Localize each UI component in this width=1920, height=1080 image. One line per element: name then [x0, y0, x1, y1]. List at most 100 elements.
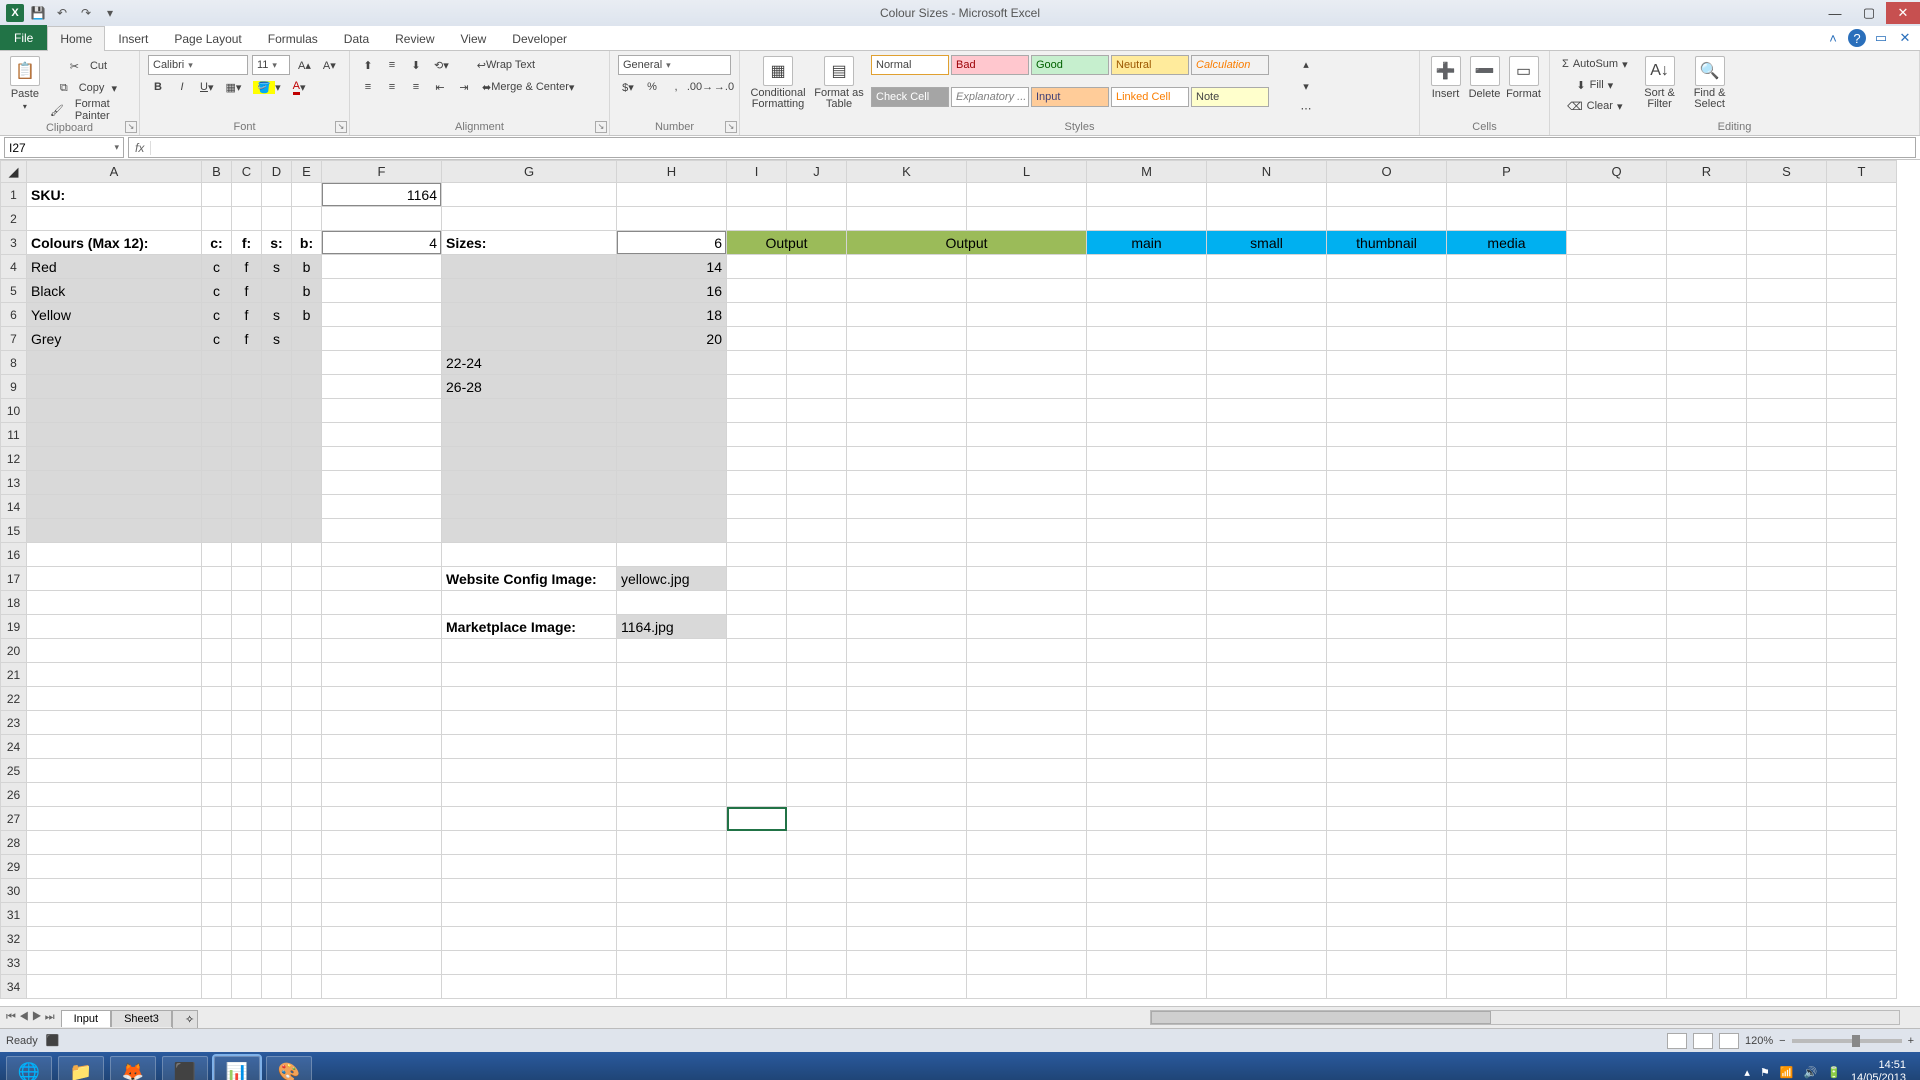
name-box[interactable]: I27▾: [4, 137, 124, 158]
tab-page-layout[interactable]: Page Layout: [161, 26, 254, 51]
style-bad[interactable]: Bad: [951, 55, 1029, 75]
qat-redo[interactable]: ↷: [76, 3, 96, 23]
conditional-formatting-button[interactable]: ▦Conditional Formatting: [748, 54, 808, 118]
align-left-icon[interactable]: ≡: [358, 77, 378, 97]
style-linked-cell[interactable]: Linked Cell: [1111, 87, 1189, 107]
fill-color-button[interactable]: 🪣▾: [249, 77, 284, 97]
number-format-combo[interactable]: General▾: [618, 55, 731, 75]
tab-formulas[interactable]: Formulas: [255, 26, 331, 51]
style-gallery-up-icon[interactable]: ▴: [1296, 54, 1316, 74]
cell-G17[interactable]: Website Config Image:: [442, 567, 617, 591]
sheet-tab-input[interactable]: Input: [61, 1010, 111, 1027]
zoom-slider[interactable]: [1792, 1039, 1902, 1043]
paste-button[interactable]: 📋 Paste▾: [8, 54, 42, 120]
font-size-combo[interactable]: 11▾: [252, 55, 290, 75]
accounting-format-icon[interactable]: $▾: [618, 77, 638, 97]
merge-center-button[interactable]: ⬌ Merge & Center ▾: [478, 77, 578, 97]
qat-customize[interactable]: ▾: [100, 3, 120, 23]
tab-home[interactable]: Home: [47, 26, 105, 51]
decrease-decimal-icon[interactable]: →.0: [714, 77, 734, 97]
percent-format-icon[interactable]: %: [642, 77, 662, 97]
format-as-table-button[interactable]: ▤Format as Table: [814, 54, 864, 118]
tab-view[interactable]: View: [448, 26, 500, 51]
horizontal-scrollbar[interactable]: [1150, 1010, 1900, 1025]
autosum-button[interactable]: Σ AutoSum ▾: [1558, 54, 1632, 74]
tab-review[interactable]: Review: [382, 26, 447, 51]
increase-indent-icon[interactable]: ⇥: [454, 77, 474, 97]
dialog-launcher-icon[interactable]: ↘: [595, 121, 607, 133]
cell-output-1[interactable]: Output: [727, 231, 847, 255]
align-bottom-icon[interactable]: ⬇: [406, 55, 426, 75]
copy-button[interactable]: ⧉ Copy ▾: [46, 78, 131, 98]
cell-H3[interactable]: 6: [617, 231, 727, 255]
close-button[interactable]: ✕: [1886, 2, 1920, 24]
style-good[interactable]: Good: [1031, 55, 1109, 75]
wrap-text-button[interactable]: ↩ Wrap Text: [473, 55, 539, 75]
cell-output-2[interactable]: Output: [847, 231, 1087, 255]
style-neutral[interactable]: Neutral: [1111, 55, 1189, 75]
style-normal[interactable]: Normal: [871, 55, 949, 75]
minimize-button[interactable]: —: [1818, 2, 1852, 24]
macro-record-icon[interactable]: ⬛: [46, 1034, 60, 1047]
sort-filter-button[interactable]: A↓Sort & Filter: [1638, 54, 1682, 116]
tab-developer[interactable]: Developer: [499, 26, 580, 51]
delete-cells-button[interactable]: ➖Delete: [1467, 54, 1502, 100]
tray-network-icon[interactable]: 📶: [1780, 1066, 1794, 1079]
cell-thumbnail[interactable]: thumbnail: [1327, 231, 1447, 255]
style-explanatory[interactable]: Explanatory ...: [951, 87, 1029, 107]
bold-button[interactable]: B: [148, 77, 168, 97]
dialog-launcher-icon[interactable]: ↘: [335, 121, 347, 133]
cell-media[interactable]: media: [1447, 231, 1567, 255]
maximize-button[interactable]: ▢: [1852, 2, 1886, 24]
orientation-icon[interactable]: ⟲▾: [430, 55, 453, 75]
tab-file[interactable]: File: [0, 25, 47, 50]
font-color-button[interactable]: A▾: [289, 77, 310, 97]
taskbar-ie-icon[interactable]: 🌐: [6, 1056, 52, 1080]
restore-window-icon[interactable]: ▭: [1872, 29, 1890, 47]
tray-volume-icon[interactable]: 🔊: [1804, 1066, 1818, 1079]
taskbar-app-icon[interactable]: ⬛: [162, 1056, 208, 1080]
taskbar-explorer-icon[interactable]: 📁: [58, 1056, 104, 1080]
cell-small[interactable]: small: [1207, 231, 1327, 255]
cell-F1[interactable]: 1164: [322, 183, 442, 207]
find-select-button[interactable]: 🔍Find & Select: [1688, 54, 1732, 116]
new-sheet-button[interactable]: ✧: [172, 1010, 198, 1028]
taskbar-excel-icon[interactable]: 📊: [214, 1056, 260, 1080]
tab-data[interactable]: Data: [331, 26, 382, 51]
normal-view-button[interactable]: [1667, 1033, 1687, 1049]
help-icon[interactable]: ?: [1848, 29, 1866, 47]
zoom-in-button[interactable]: +: [1908, 1035, 1914, 1047]
tray-up-icon[interactable]: ▴: [1744, 1066, 1750, 1079]
align-center-icon[interactable]: ≡: [382, 77, 402, 97]
sheet-tab-sheet3[interactable]: Sheet3: [111, 1010, 172, 1027]
align-top-icon[interactable]: ⬆: [358, 55, 378, 75]
underline-button[interactable]: U▾: [196, 77, 217, 97]
insert-cells-button[interactable]: ➕Insert: [1428, 54, 1463, 100]
cell-H17[interactable]: yellowc.jpg: [617, 567, 727, 591]
dialog-launcher-icon[interactable]: ↘: [725, 121, 737, 133]
cell-A3[interactable]: Colours (Max 12):: [27, 231, 202, 255]
zoom-out-button[interactable]: −: [1779, 1035, 1785, 1047]
align-right-icon[interactable]: ≡: [406, 77, 426, 97]
page-break-view-button[interactable]: [1719, 1033, 1739, 1049]
style-gallery-down-icon[interactable]: ▾: [1296, 76, 1316, 96]
border-button[interactable]: ▦▾: [221, 77, 245, 97]
page-layout-view-button[interactable]: [1693, 1033, 1713, 1049]
style-gallery-more-icon[interactable]: ⋯: [1296, 98, 1316, 118]
tray-power-icon[interactable]: 🔋: [1827, 1066, 1841, 1079]
tab-insert[interactable]: Insert: [105, 26, 161, 51]
decrease-font-icon[interactable]: A▾: [319, 55, 340, 75]
qat-save[interactable]: 💾: [28, 3, 48, 23]
cell-main[interactable]: main: [1087, 231, 1207, 255]
tray-flag-icon[interactable]: ⚑: [1760, 1066, 1770, 1079]
column-headers[interactable]: ◢ ABCDEFGHIJKLMNOPQRST: [1, 161, 1897, 183]
format-cells-button[interactable]: ▭Format: [1506, 54, 1541, 100]
style-calculation[interactable]: Calculation: [1191, 55, 1269, 75]
cell-I27-selected[interactable]: [727, 807, 787, 831]
minimize-ribbon-icon[interactable]: ˄: [1824, 29, 1842, 47]
close-workbook-icon[interactable]: ✕: [1896, 29, 1914, 47]
sheet-nav-buttons[interactable]: ⏮ ◀ ▶ ⏭: [0, 1011, 61, 1024]
formula-input[interactable]: [151, 138, 1915, 157]
decrease-indent-icon[interactable]: ⇤: [430, 77, 450, 97]
italic-button[interactable]: I: [172, 77, 192, 97]
